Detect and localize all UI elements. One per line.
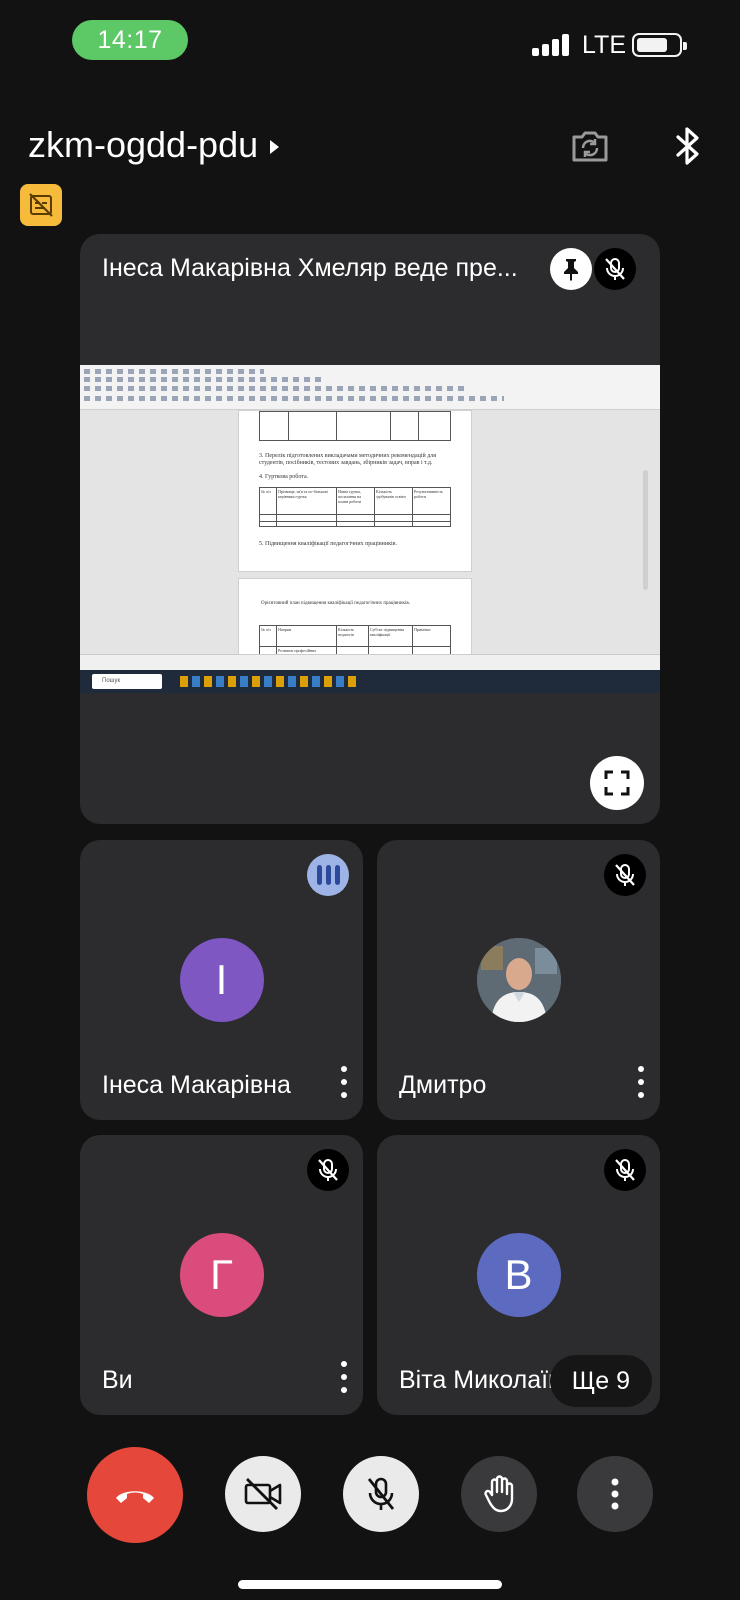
mic-off-icon [615, 864, 635, 886]
speaking-indicator-icon [307, 854, 349, 896]
taskbar-search: Пошук [92, 674, 162, 689]
captions-off-badge[interactable] [20, 184, 62, 226]
status-bar: 14:17 LTE [0, 0, 740, 80]
circle-work-table: № з/п Прізвище, ім'я та по-батькові кері… [259, 487, 451, 527]
participant-tile[interactable]: І Інеса Макарівна [80, 840, 363, 1120]
document-page-2: Орієнтовний план підвищення кваліфікації… [238, 578, 472, 659]
pin-icon [564, 259, 578, 281]
switch-camera-icon [572, 131, 608, 162]
plan-col-5: Примітки [414, 627, 431, 632]
mic-off-icon [605, 258, 625, 280]
plan-col-4: Суб'єкт підвищення кваліфікації [370, 627, 404, 637]
participant-name: Ви [102, 1366, 133, 1394]
presenter-title: Інеса Макарівна Хмеляр веде пре... [102, 254, 518, 282]
participant-tile[interactable]: В Віта Миколаїв Ще 9 [377, 1135, 660, 1415]
raise-hand-button[interactable] [461, 1456, 537, 1532]
hang-up-icon [116, 1491, 154, 1503]
video-off-icon [244, 1478, 282, 1510]
microphone-toggle-button[interactable] [343, 1456, 419, 1532]
avatar: В [476, 1233, 561, 1317]
more-participants-button[interactable]: Ще 9 [549, 1355, 652, 1407]
hand-icon [484, 1475, 514, 1513]
document-statusbar [80, 654, 660, 670]
mic-off-icon [367, 1477, 395, 1510]
mic-muted-badge [594, 248, 636, 290]
end-call-button[interactable] [87, 1447, 183, 1543]
more-options-button[interactable] [634, 1066, 648, 1098]
fullscreen-button[interactable] [590, 756, 644, 810]
meeting-code-button[interactable]: zkm-ogdd-pdu [28, 124, 280, 166]
more-options-button[interactable] [337, 1066, 351, 1098]
profile-photo [476, 938, 561, 1022]
battery-icon [632, 33, 687, 57]
home-indicator[interactable] [238, 1580, 502, 1589]
no-captions-icon [29, 193, 53, 217]
document-page: 3. Перелік підготовлених викладачами мет… [238, 410, 472, 572]
more-options-button[interactable] [577, 1456, 653, 1532]
more-options-button[interactable] [337, 1361, 351, 1393]
document-toolbar [80, 365, 660, 410]
status-time[interactable]: 14:17 [72, 20, 188, 60]
mic-muted-badge [604, 854, 646, 896]
table-col-5: Результативність роботи [414, 489, 443, 499]
taskbar-apps [180, 676, 360, 687]
mic-muted-badge [604, 1149, 646, 1191]
doc-item-3: 3. Перелік підготовлених викладачами мет… [259, 453, 437, 466]
participant-name: Інеса Макарівна [102, 1071, 291, 1099]
document-area: 3. Перелік підготовлених викладачами мет… [80, 410, 660, 659]
network-type: LTE [582, 31, 626, 59]
table-col-4: Кількість здобувачів освіти [376, 489, 406, 499]
table-col-3: Назва гуртка, посилання на плани роботи [338, 489, 362, 504]
doc-plan-title: Орієнтовний план підвищення кваліфікації… [261, 601, 410, 606]
signal-strength-icon [532, 34, 572, 56]
meeting-code: zkm-ogdd-pdu [28, 124, 259, 165]
plan-col-1: № з/п [261, 627, 271, 632]
plan-col-2: Напрям [278, 627, 292, 632]
fullscreen-icon [604, 770, 630, 796]
shared-screen: 3. Перелік підготовлених викладачами мет… [80, 365, 660, 693]
switch-camera-button[interactable] [566, 122, 614, 170]
bluetooth-audio-button[interactable] [664, 122, 712, 170]
pin-button[interactable] [550, 248, 592, 290]
avatar: Г [179, 1233, 264, 1317]
plan-col-3: Кількість педагогів [338, 627, 355, 637]
presentation-tile[interactable]: Інеса Макарівна Хмеляр веде пре... 3. Пе… [80, 234, 660, 824]
avatar: І [179, 938, 264, 1022]
mic-off-icon [615, 1159, 635, 1181]
table-col-1: № з/п [261, 489, 271, 494]
camera-toggle-button[interactable] [225, 1456, 301, 1532]
participant-tile[interactable]: Дмитро [377, 840, 660, 1120]
participant-name: Дмитро [399, 1071, 487, 1099]
mic-muted-badge [307, 1149, 349, 1191]
avatar-photo [476, 938, 561, 1022]
chevron-right-icon [270, 140, 280, 154]
doc-item-4: 4. Гурткова робота. [259, 474, 309, 480]
document-scrollbar [643, 470, 648, 590]
participant-name: Віта Миколаїв [399, 1366, 562, 1394]
plan-row-1: Розвиток професійних [278, 648, 317, 653]
doc-item-5: 5. Підвищення кваліфікації педагогічних … [259, 541, 398, 547]
participant-tile-self[interactable]: Г Ви [80, 1135, 363, 1415]
bluetooth-icon [676, 127, 699, 165]
windows-taskbar: Пошук [80, 670, 660, 693]
more-vert-icon [611, 1478, 619, 1510]
table-col-2: Прізвище, ім'я та по-батькові керівника … [278, 489, 328, 499]
mic-off-icon [318, 1159, 338, 1181]
document-table [259, 411, 451, 441]
